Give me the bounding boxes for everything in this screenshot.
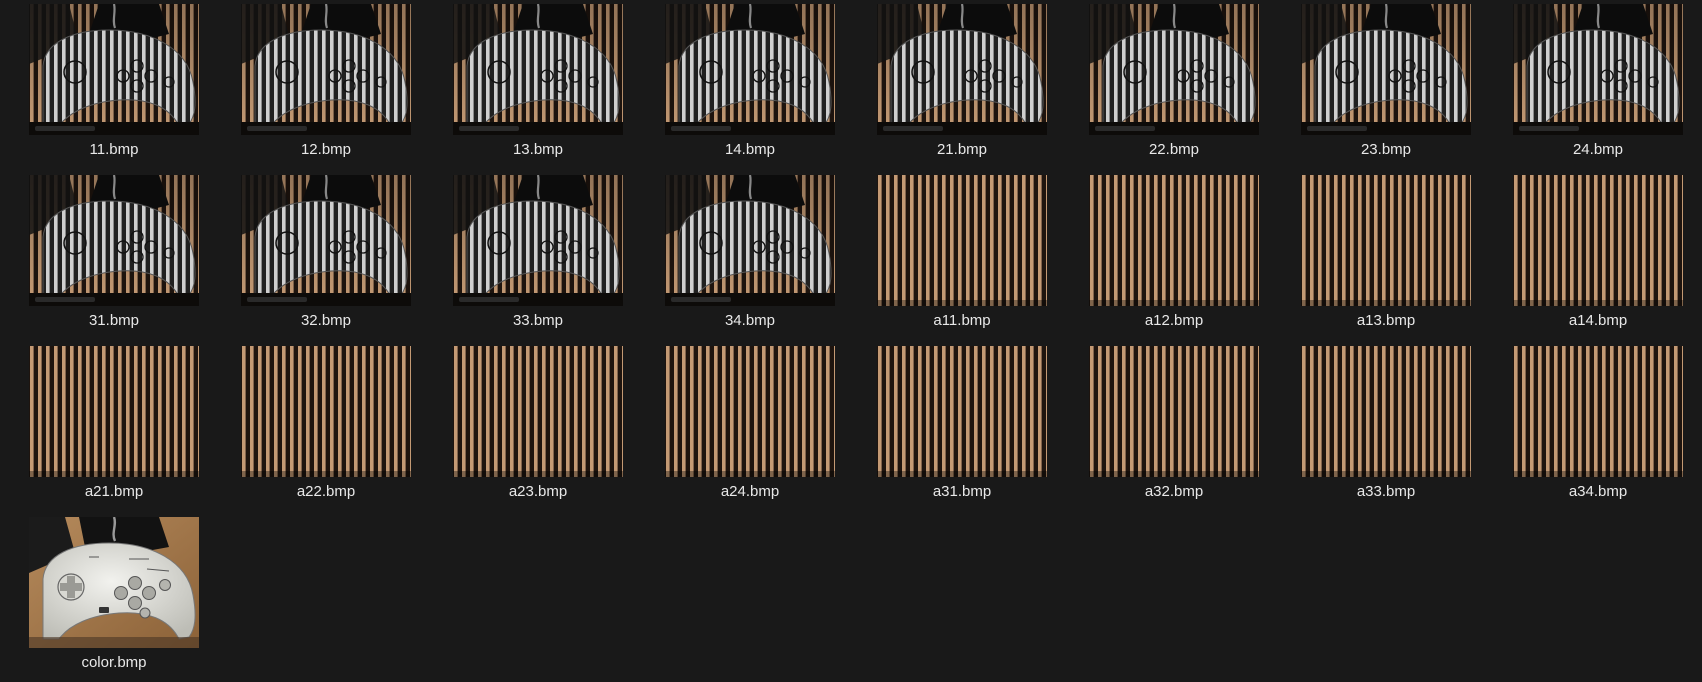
file-name-label[interactable]: 13.bmp [513,140,563,160]
file-tile-32-bmp[interactable]: 32.bmp [241,175,411,340]
file-thumbnail[interactable] [241,346,411,477]
file-name-label[interactable]: a34.bmp [1569,482,1627,502]
file-tile-21-bmp[interactable]: 21.bmp [877,4,1047,169]
file-tile-34-bmp[interactable]: 34.bmp [665,175,835,340]
file-tile-11-bmp[interactable]: 11.bmp [29,4,199,169]
file-name-label[interactable]: color.bmp [81,653,146,673]
file-thumbnail[interactable] [1301,4,1471,135]
file-name-label[interactable]: a33.bmp [1357,482,1415,502]
file-tile-a31-bmp[interactable]: a31.bmp [877,346,1047,511]
file-name-label[interactable]: 22.bmp [1149,140,1199,160]
file-thumbnail[interactable] [29,517,199,648]
file-tile-color-bmp[interactable]: color.bmp [29,517,199,682]
file-name-label[interactable]: 31.bmp [89,311,139,331]
file-thumbnail[interactable] [1089,4,1259,135]
file-thumbnail-grid: 11.bmp 12.bmp 13.bmp 14.bmp 21.bmp 22.bm… [29,4,1683,682]
file-name-label[interactable]: 33.bmp [513,311,563,331]
file-thumbnail[interactable] [877,4,1047,135]
file-tile-31-bmp[interactable]: 31.bmp [29,175,199,340]
file-tile-a12-bmp[interactable]: a12.bmp [1089,175,1259,340]
file-name-label[interactable]: a12.bmp [1145,311,1203,331]
file-name-label[interactable]: a14.bmp [1569,311,1627,331]
file-tile-22-bmp[interactable]: 22.bmp [1089,4,1259,169]
file-name-label[interactable]: a24.bmp [721,482,779,502]
file-tile-a11-bmp[interactable]: a11.bmp [877,175,1047,340]
file-thumbnail[interactable] [1301,346,1471,477]
file-tile-a34-bmp[interactable]: a34.bmp [1513,346,1683,511]
file-thumbnail[interactable] [29,346,199,477]
file-thumbnail[interactable] [241,175,411,306]
file-tile-14-bmp[interactable]: 14.bmp [665,4,835,169]
file-thumbnail[interactable] [665,346,835,477]
file-tile-a21-bmp[interactable]: a21.bmp [29,346,199,511]
file-tile-13-bmp[interactable]: 13.bmp [453,4,623,169]
file-name-label[interactable]: a22.bmp [297,482,355,502]
file-thumbnail[interactable] [877,175,1047,306]
file-thumbnail[interactable] [877,346,1047,477]
file-thumbnail[interactable] [1513,175,1683,306]
file-name-label[interactable]: a32.bmp [1145,482,1203,502]
file-name-label[interactable]: 14.bmp [725,140,775,160]
file-thumbnail[interactable] [453,175,623,306]
file-name-label[interactable]: 21.bmp [937,140,987,160]
file-name-label[interactable]: a23.bmp [509,482,567,502]
file-tile-24-bmp[interactable]: 24.bmp [1513,4,1683,169]
file-name-label[interactable]: 23.bmp [1361,140,1411,160]
file-name-label[interactable]: a11.bmp [933,311,990,331]
file-thumbnail[interactable] [665,175,835,306]
file-tile-a23-bmp[interactable]: a23.bmp [453,346,623,511]
file-thumbnail[interactable] [1301,175,1471,306]
file-name-label[interactable]: a21.bmp [85,482,143,502]
file-tile-a24-bmp[interactable]: a24.bmp [665,346,835,511]
file-tile-a14-bmp[interactable]: a14.bmp [1513,175,1683,340]
file-thumbnail[interactable] [29,175,199,306]
file-name-label[interactable]: 12.bmp [301,140,351,160]
file-thumbnail[interactable] [1513,346,1683,477]
file-name-label[interactable]: 32.bmp [301,311,351,331]
file-thumbnail[interactable] [453,4,623,135]
file-thumbnail[interactable] [1089,346,1259,477]
file-tile-a32-bmp[interactable]: a32.bmp [1089,346,1259,511]
file-name-label[interactable]: 34.bmp [725,311,775,331]
file-thumbnail[interactable] [1513,4,1683,135]
file-name-label[interactable]: 11.bmp [90,140,139,160]
file-tile-a13-bmp[interactable]: a13.bmp [1301,175,1471,340]
file-thumbnail[interactable] [453,346,623,477]
file-tile-a33-bmp[interactable]: a33.bmp [1301,346,1471,511]
file-name-label[interactable]: 24.bmp [1573,140,1623,160]
file-tile-12-bmp[interactable]: 12.bmp [241,4,411,169]
file-name-label[interactable]: a31.bmp [933,482,991,502]
file-tile-33-bmp[interactable]: 33.bmp [453,175,623,340]
file-tile-23-bmp[interactable]: 23.bmp [1301,4,1471,169]
file-name-label[interactable]: a13.bmp [1357,311,1415,331]
file-thumbnail[interactable] [665,4,835,135]
file-thumbnail[interactable] [29,4,199,135]
file-thumbnail[interactable] [241,4,411,135]
file-thumbnail[interactable] [1089,175,1259,306]
file-tile-a22-bmp[interactable]: a22.bmp [241,346,411,511]
